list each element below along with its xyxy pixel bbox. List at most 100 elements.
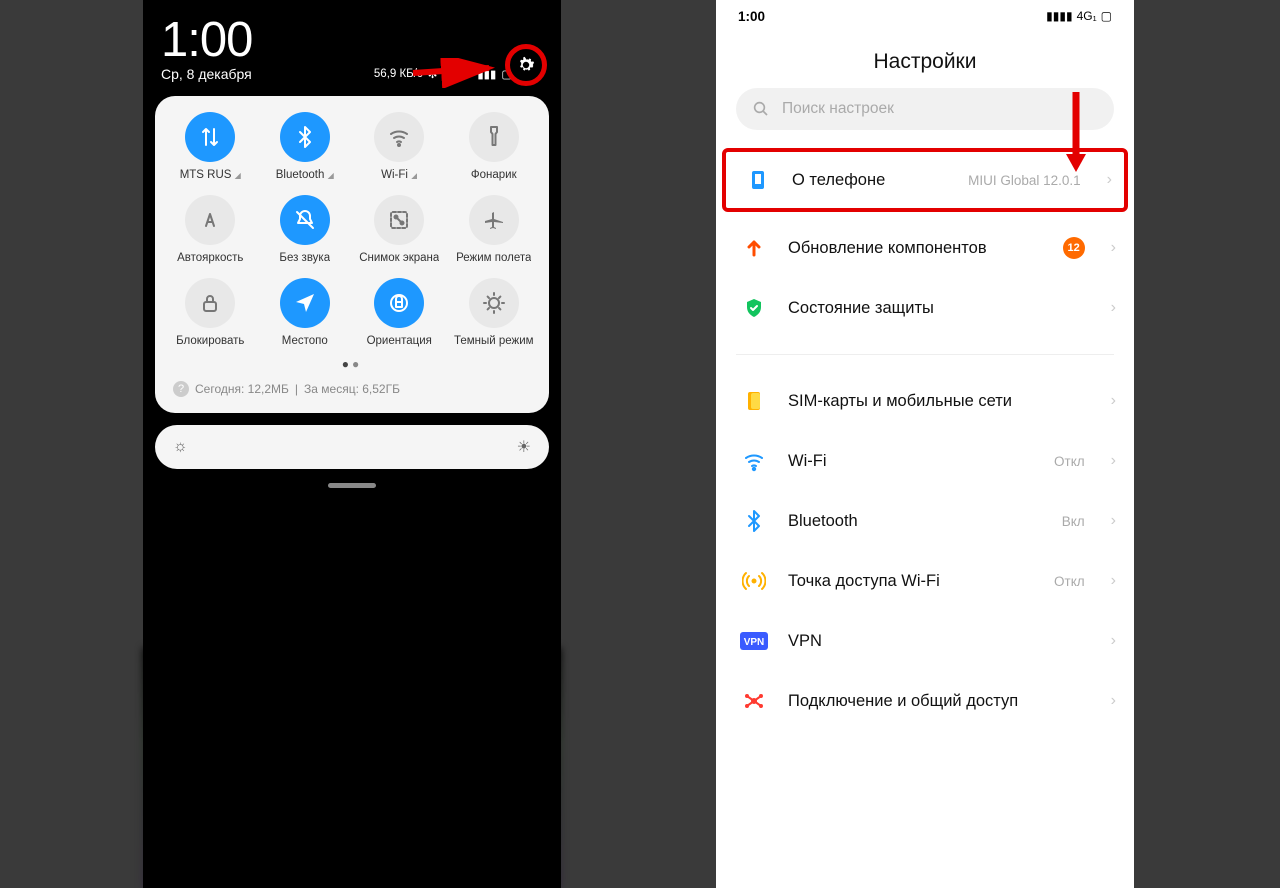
qs-toggle-label: Bluetooth ◢: [276, 169, 334, 181]
drag-handle[interactable]: [328, 483, 376, 488]
settings-row-value: Откл: [1054, 574, 1085, 589]
settings-row-vpn[interactable]: VPN VPN ›: [716, 611, 1134, 671]
settings-row-shield[interactable]: Состояние защиты ›: [716, 278, 1134, 338]
chevron-right-icon: ›: [1111, 299, 1116, 317]
qs-toggle-rot[interactable]: Ориентация: [354, 278, 445, 347]
share-icon: [740, 687, 768, 715]
brightness-slider[interactable]: ☼ ☀: [155, 425, 549, 469]
bt2-icon: [740, 507, 768, 535]
settings-row-label: О телефоне: [792, 170, 948, 191]
dark-icon: [469, 278, 519, 328]
hotspot-icon: [740, 567, 768, 595]
settings-row-share[interactable]: Подключение и общий доступ ›: [716, 671, 1134, 731]
qs-toggle-wifi[interactable]: Wi-Fi ◢: [354, 112, 445, 181]
qs-toggle-label: Темный режим: [454, 335, 534, 347]
qs-toggle-label: MTS RUS ◢: [180, 169, 241, 181]
qs-toggle-snip[interactable]: Снимок экрана: [354, 195, 445, 264]
status-time: 1:00: [738, 9, 765, 24]
settings-row-label: Подключение и общий доступ: [788, 691, 1085, 712]
left-phone-notification-shade: 1:00 Ср, 8 декабря 56,9 КБ/с ✻ ⏰ ⁴ᴳ ▮▮▮ …: [143, 0, 561, 888]
qs-toggle-bt[interactable]: Bluetooth ◢: [260, 112, 351, 181]
plane-icon: [469, 195, 519, 245]
chevron-right-icon: ›: [1111, 512, 1116, 530]
sim-icon: [740, 387, 768, 415]
qs-toggle-label: Ориентация: [367, 335, 432, 347]
brightness-low-icon: ☼: [173, 438, 188, 456]
search-icon: [752, 100, 770, 118]
qs-toggle-label: Режим полета: [456, 252, 531, 264]
wifi2-icon: [740, 447, 768, 475]
status-bar: 1:00 ▮▮▮▮ 4G₁ ▢: [716, 0, 1134, 32]
qs-toggle-lock[interactable]: Блокировать: [165, 278, 256, 347]
date-label: Ср, 8 декабря: [161, 66, 252, 82]
settings-row-label: Состояние защиты: [788, 298, 1085, 319]
qs-toggle-dark[interactable]: Темный режим: [449, 278, 540, 347]
chevron-right-icon: ›: [1111, 572, 1116, 590]
signal-bars-icon: ▮▮▮▮: [1046, 9, 1072, 23]
red-arrow-to-gear: [411, 58, 501, 88]
qs-toggle-mute[interactable]: Без звука: [260, 195, 351, 264]
qs-toggle-label: Автояркость: [177, 252, 243, 264]
chevron-right-icon: ›: [1111, 452, 1116, 470]
chevron-right-icon: ›: [1111, 392, 1116, 410]
qs-toggle-label: Без звука: [279, 252, 330, 264]
settings-button[interactable]: [505, 44, 547, 86]
qs-toggle-label: Блокировать: [176, 335, 244, 347]
rot-icon: [374, 278, 424, 328]
quick-settings-panel: MTS RUS ◢ Bluetooth ◢ Wi-Fi ◢ Фонарик Ав…: [155, 96, 549, 413]
shield-icon: [740, 294, 768, 322]
brightness-high-icon: ☀: [517, 437, 531, 457]
settings-row-sim[interactable]: SIM-карты и мобильные сети ›: [716, 371, 1134, 431]
settings-row-label: Точка доступа Wi-Fi: [788, 571, 1034, 592]
mute-icon: [280, 195, 330, 245]
lock-icon: [185, 278, 235, 328]
qs-toggle-autoA[interactable]: Автояркость: [165, 195, 256, 264]
qs-toggle-label: Снимок экрана: [359, 252, 439, 264]
settings-row-value: Вкл: [1062, 514, 1085, 529]
qs-toggle-plane[interactable]: Режим полета: [449, 195, 540, 264]
qs-toggle-label: Wi-Fi ◢: [381, 169, 417, 181]
settings-row-wifi2[interactable]: Wi-Fi Откл ›: [716, 431, 1134, 491]
qs-toggle-label: Местопо: [282, 335, 328, 347]
settings-row-hotspot[interactable]: Точка доступа Wi-Fi Откл ›: [716, 551, 1134, 611]
chevron-right-icon: ›: [1111, 692, 1116, 710]
settings-row-label: VPN: [788, 631, 1085, 652]
phone-icon: [744, 166, 772, 194]
up-icon: [740, 234, 768, 262]
qs-toggle-label: Фонарик: [471, 169, 517, 181]
network-type: 4G₁: [1077, 9, 1097, 23]
settings-row-label: Обновление компонентов: [788, 238, 1043, 259]
settings-row-label: Wi-Fi: [788, 451, 1034, 472]
right-phone-settings-app: 1:00 ▮▮▮▮ 4G₁ ▢ Настройки Поиск настроек…: [716, 0, 1134, 888]
settings-row-label: SIM-карты и мобильные сети: [788, 391, 1085, 412]
chevron-right-icon: ›: [1111, 239, 1116, 257]
battery-icon: ▢: [1101, 9, 1112, 23]
page-indicator: ●●: [165, 357, 539, 371]
autoA-icon: [185, 195, 235, 245]
settings-row-up[interactable]: Обновление компонентов 12 ›: [716, 218, 1134, 278]
loc-icon: [280, 278, 330, 328]
qs-toggle-torch[interactable]: Фонарик: [449, 112, 540, 181]
section-divider: [736, 354, 1114, 355]
vpn-icon: VPN: [740, 627, 768, 655]
data-usage-row[interactable]: ? Сегодня: 12,2МБ | За месяц: 6,52ГБ: [165, 377, 539, 401]
qs-toggle-data[interactable]: MTS RUS ◢: [165, 112, 256, 181]
data-icon: [185, 112, 235, 162]
snip-icon: [374, 195, 424, 245]
torch-icon: [469, 112, 519, 162]
search-input[interactable]: Поиск настроек: [736, 88, 1114, 130]
qs-toggle-loc[interactable]: Местопо: [260, 278, 351, 347]
red-arrow-down: [1060, 88, 1092, 176]
wifi-icon: [374, 112, 424, 162]
settings-row-value: Откл: [1054, 454, 1085, 469]
settings-row-label: Bluetooth: [788, 511, 1042, 532]
chevron-right-icon: ›: [1107, 171, 1112, 189]
page-title: Настройки: [716, 50, 1134, 74]
search-placeholder: Поиск настроек: [782, 100, 894, 118]
svg-text:VPN: VPN: [744, 637, 765, 648]
settings-row-bt2[interactable]: Bluetooth Вкл ›: [716, 491, 1134, 551]
gear-icon: [515, 54, 537, 76]
bt-icon: [280, 112, 330, 162]
settings-gear-highlight: [505, 44, 547, 86]
update-count-badge: 12: [1063, 237, 1085, 259]
